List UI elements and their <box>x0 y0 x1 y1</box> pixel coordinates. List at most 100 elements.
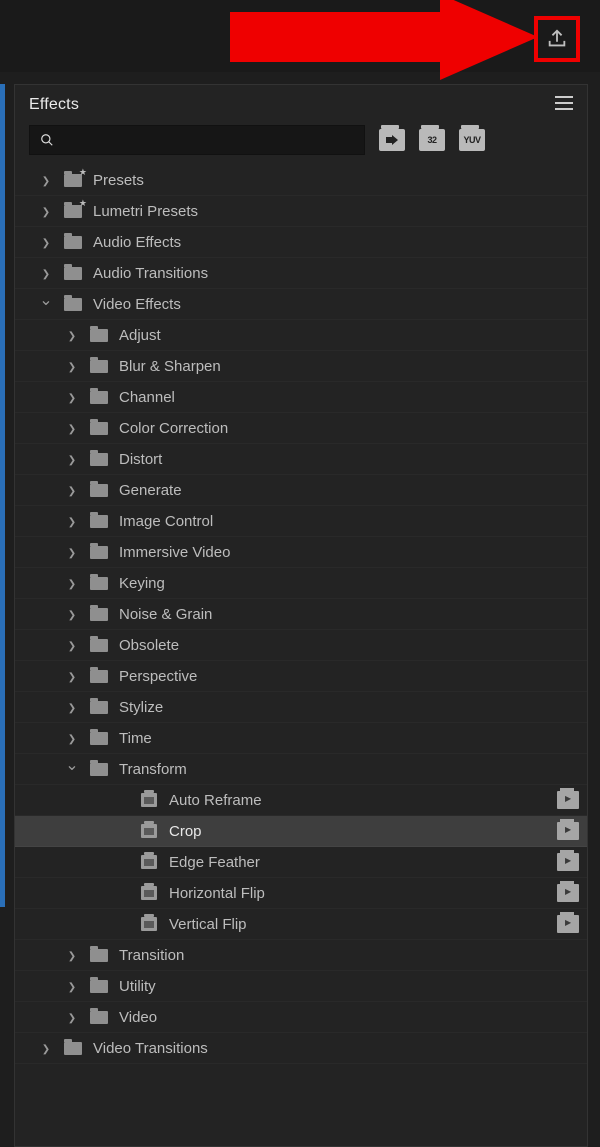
chevron-right-icon[interactable] <box>65 948 79 962</box>
tree-item[interactable]: Vertical Flip <box>15 909 587 940</box>
panel-active-indicator <box>0 84 5 907</box>
accelerated-badge-icon <box>557 791 579 809</box>
tree-item-label: Crop <box>169 823 202 840</box>
tree-item[interactable]: Channel <box>15 382 587 413</box>
chevron-right-icon[interactable] <box>39 266 53 280</box>
chevron-right-icon[interactable] <box>65 452 79 466</box>
tree-item-label: Auto Reframe <box>169 792 262 809</box>
tree-item-label: Lumetri Presets <box>93 203 198 220</box>
folder-icon <box>87 670 111 683</box>
tree-item[interactable]: Noise & Grain <box>15 599 587 630</box>
tree-item[interactable]: Crop <box>15 816 587 847</box>
panel-menu-button[interactable] <box>555 96 573 115</box>
tree-item-label: Audio Transitions <box>93 265 208 282</box>
chevron-right-icon[interactable] <box>65 1010 79 1024</box>
tree-item-label: Time <box>119 730 152 747</box>
chevron-right-icon[interactable] <box>65 731 79 745</box>
tree-item-label: Utility <box>119 978 156 995</box>
32bit-filter[interactable]: 32 <box>419 129 445 151</box>
tree-item[interactable]: Auto Reframe <box>15 785 587 816</box>
chevron-right-icon[interactable] <box>65 328 79 342</box>
search-icon <box>40 133 54 147</box>
folder-icon <box>87 1011 111 1024</box>
chevron-right-icon[interactable] <box>65 545 79 559</box>
chevron-down-icon[interactable] <box>39 294 53 314</box>
tree-item[interactable]: Edge Feather <box>15 847 587 878</box>
chevron-right-icon[interactable] <box>65 421 79 435</box>
chevron-right-icon[interactable] <box>65 576 79 590</box>
chevron-right-icon[interactable] <box>39 1041 53 1055</box>
chevron-right-icon[interactable] <box>39 173 53 187</box>
folder-icon <box>87 360 111 373</box>
chevron-right-icon[interactable] <box>39 235 53 249</box>
tree-item[interactable]: Immersive Video <box>15 537 587 568</box>
preset-folder-icon <box>61 205 85 218</box>
tree-item[interactable]: Blur & Sharpen <box>15 351 587 382</box>
tree-item[interactable]: Image Control <box>15 506 587 537</box>
tree-item[interactable]: Audio Transitions <box>15 258 587 289</box>
tree-item-label: Video Transitions <box>93 1040 208 1057</box>
tree-item[interactable]: Generate <box>15 475 587 506</box>
tree-item-label: Video Effects <box>93 296 181 313</box>
tree-item-label: Horizontal Flip <box>169 885 265 902</box>
tree-item-label: Vertical Flip <box>169 916 247 933</box>
folder-icon <box>61 236 85 249</box>
effect-icon <box>137 793 161 807</box>
accelerated-effects-filter[interactable] <box>379 129 405 151</box>
tree-item-label: Transition <box>119 947 184 964</box>
preset-folder-icon <box>61 174 85 187</box>
tree-item[interactable]: Lumetri Presets <box>15 196 587 227</box>
chevron-down-icon[interactable] <box>65 759 79 779</box>
effect-icon <box>137 855 161 869</box>
tree-item[interactable]: Distort <box>15 444 587 475</box>
chevron-right-icon[interactable] <box>65 607 79 621</box>
search-input[interactable] <box>29 125 365 155</box>
tree-item[interactable]: Perspective <box>15 661 587 692</box>
tree-item[interactable]: Transition <box>15 940 587 971</box>
tree-item[interactable]: Transform <box>15 754 587 785</box>
effects-tree: Presets Lumetri Presets Audio Effects Audio… <box>15 165 587 1064</box>
yuv-label: YUV <box>463 135 480 145</box>
tree-item-label: Audio Effects <box>93 234 181 251</box>
32bit-label: 32 <box>427 135 436 145</box>
tree-item-label: Stylize <box>119 699 163 716</box>
folder-icon <box>87 608 111 621</box>
tree-item-label: Perspective <box>119 668 197 685</box>
tree-item[interactable]: Presets <box>15 165 587 196</box>
folder-icon <box>87 391 111 404</box>
tree-item-label: Image Control <box>119 513 213 530</box>
tree-item[interactable]: Horizontal Flip <box>15 878 587 909</box>
tree-item[interactable]: Utility <box>15 971 587 1002</box>
tree-item[interactable]: Audio Effects <box>15 227 587 258</box>
tree-item[interactable]: Color Correction <box>15 413 587 444</box>
tree-item-label: Transform <box>119 761 187 778</box>
tree-item[interactable]: Video Effects <box>15 289 587 320</box>
accelerated-badge-icon <box>557 822 579 840</box>
export-button[interactable] <box>534 16 580 62</box>
chevron-right-icon[interactable] <box>65 514 79 528</box>
folder-icon <box>87 515 111 528</box>
tree-item[interactable]: Stylize <box>15 692 587 723</box>
folder-icon <box>61 267 85 280</box>
yuv-filter[interactable]: YUV <box>459 129 485 151</box>
chevron-right-icon[interactable] <box>65 483 79 497</box>
chevron-right-icon[interactable] <box>65 669 79 683</box>
chevron-right-icon[interactable] <box>65 638 79 652</box>
chevron-right-icon[interactable] <box>65 979 79 993</box>
tree-item[interactable]: Video <box>15 1002 587 1033</box>
annotation-arrow <box>230 0 538 80</box>
chevron-right-icon[interactable] <box>39 204 53 218</box>
effect-icon <box>137 886 161 900</box>
tree-item[interactable]: Obsolete <box>15 630 587 661</box>
folder-icon <box>87 701 111 714</box>
accelerated-badge-icon <box>557 915 579 933</box>
tree-item[interactable]: Adjust <box>15 320 587 351</box>
chevron-right-icon[interactable] <box>65 700 79 714</box>
chevron-right-icon[interactable] <box>65 390 79 404</box>
tree-item[interactable]: Video Transitions <box>15 1033 587 1064</box>
tree-item-label: Keying <box>119 575 165 592</box>
chevron-right-icon[interactable] <box>65 359 79 373</box>
tree-item-label: Edge Feather <box>169 854 260 871</box>
tree-item[interactable]: Time <box>15 723 587 754</box>
tree-item[interactable]: Keying <box>15 568 587 599</box>
